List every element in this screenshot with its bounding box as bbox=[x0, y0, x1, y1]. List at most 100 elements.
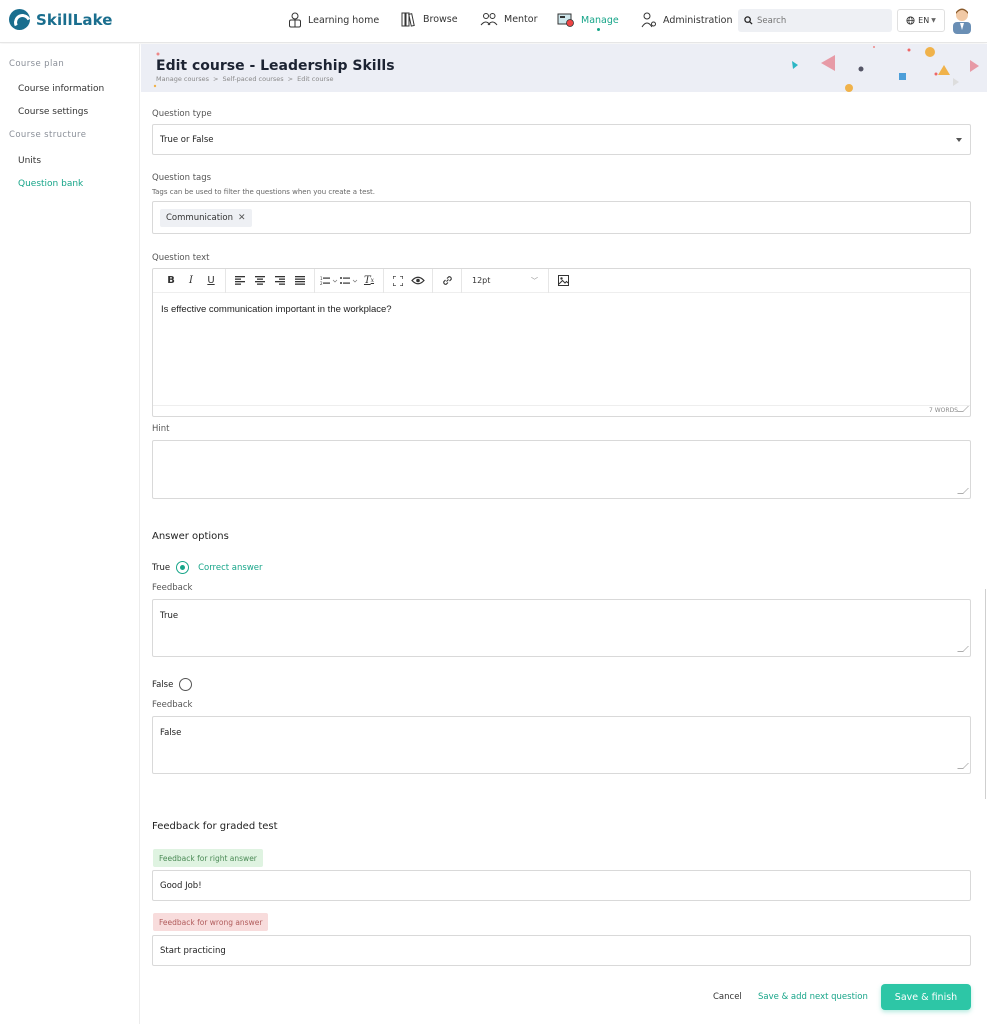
administration-icon bbox=[641, 12, 656, 28]
underline-icon[interactable]: U bbox=[201, 269, 221, 293]
chevron-down-icon: ▼ bbox=[931, 17, 936, 24]
learning-home-icon bbox=[289, 12, 301, 28]
nav-label: Administration bbox=[663, 14, 733, 26]
numbered-list-icon[interactable]: 12 bbox=[319, 269, 339, 293]
mentor-icon bbox=[480, 13, 498, 26]
sidebar-item-question-bank[interactable]: Question bank bbox=[18, 179, 83, 189]
resize-handle-icon[interactable] bbox=[957, 763, 969, 769]
right-answer-feedback-input[interactable]: Good Job! bbox=[152, 870, 971, 901]
answer-options-title: Answer options bbox=[152, 531, 229, 542]
nav-label: Mentor bbox=[504, 13, 538, 25]
align-center-icon[interactable] bbox=[250, 269, 270, 293]
question-type-select[interactable]: True or False bbox=[152, 124, 971, 155]
sidebar-section-course-plan: Course plan bbox=[9, 59, 65, 69]
align-right-icon[interactable] bbox=[270, 269, 290, 293]
answer-option-false: False bbox=[152, 678, 193, 691]
hint-label: Hint bbox=[152, 424, 170, 434]
nav-administration[interactable]: Administration bbox=[641, 12, 733, 28]
manage-icon bbox=[557, 13, 574, 27]
skilllake-logo-icon bbox=[9, 9, 30, 30]
sidebar: Course plan Course information Course se… bbox=[0, 44, 140, 1024]
sidebar-section-course-structure: Course structure bbox=[9, 130, 87, 140]
app-name: SkillLake bbox=[36, 10, 113, 29]
chevron-down-icon: ﹀ bbox=[531, 276, 538, 285]
feedback-false-value: False bbox=[160, 728, 182, 738]
right-answer-feedback-value: Good Job! bbox=[160, 881, 202, 891]
search-input[interactable] bbox=[757, 15, 877, 26]
question-text-content[interactable]: Is effective communication important in … bbox=[161, 304, 392, 315]
toolbar-divider bbox=[432, 268, 433, 293]
link-icon[interactable] bbox=[437, 269, 457, 293]
page-header: Edit course - Leadership Skills Manage c… bbox=[141, 44, 987, 92]
language-label: EN bbox=[918, 16, 930, 25]
false-radio[interactable] bbox=[179, 678, 193, 691]
correct-answer-label: Correct answer bbox=[198, 562, 263, 573]
save-add-next-button[interactable]: Save & add next question bbox=[758, 992, 868, 1002]
question-tags-help: Tags can be used to filter the questions… bbox=[152, 188, 375, 196]
hint-textarea[interactable] bbox=[152, 440, 971, 499]
nav-learning-home[interactable]: Learning home bbox=[288, 12, 379, 28]
true-radio[interactable] bbox=[176, 561, 190, 574]
sidebar-item-units[interactable]: Units bbox=[18, 156, 41, 166]
answer-option-label: False bbox=[152, 679, 174, 690]
feedback-true-textarea[interactable]: True bbox=[152, 599, 971, 657]
books-icon bbox=[401, 12, 415, 27]
italic-icon[interactable]: I bbox=[181, 269, 201, 293]
nav-mentor[interactable]: Mentor bbox=[480, 12, 538, 26]
toolbar-divider bbox=[314, 268, 315, 293]
close-icon[interactable]: ✕ bbox=[238, 213, 246, 223]
top-navbar: SkillLake Learning home Browse Mentor Ma… bbox=[0, 0, 987, 43]
align-justify-icon[interactable] bbox=[290, 269, 310, 293]
feedback-label-false: Feedback bbox=[152, 700, 193, 710]
svg-text:2: 2 bbox=[320, 281, 323, 285]
bulleted-list-icon[interactable] bbox=[339, 269, 359, 293]
language-selector[interactable]: EN ▼ bbox=[897, 9, 945, 32]
graded-feedback-title: Feedback for graded test bbox=[152, 821, 278, 832]
nav-label: Manage bbox=[581, 14, 619, 26]
answer-option-label: True bbox=[152, 562, 171, 573]
question-type-label: Question type bbox=[152, 109, 212, 119]
user-avatar[interactable] bbox=[950, 6, 974, 34]
clear-formatting-icon[interactable]: Tx bbox=[359, 269, 379, 293]
insert-image-icon[interactable] bbox=[553, 269, 573, 293]
search-icon bbox=[744, 16, 753, 25]
answer-option-true: True Correct answer bbox=[152, 561, 263, 574]
tag-chip: Communication ✕ bbox=[160, 209, 252, 227]
font-size-value: 12pt bbox=[472, 276, 491, 285]
toolbar-divider bbox=[225, 268, 226, 293]
question-tags-label: Question tags bbox=[152, 173, 212, 183]
resize-handle-icon[interactable] bbox=[957, 488, 969, 494]
fullscreen-icon[interactable] bbox=[388, 269, 408, 293]
font-size-select[interactable]: 12pt ﹀ bbox=[466, 269, 544, 293]
feedback-label-true: Feedback bbox=[152, 583, 193, 593]
word-count: 7 WORDS bbox=[153, 405, 970, 416]
tag-label: Communication bbox=[166, 213, 233, 223]
nav-manage[interactable]: Manage bbox=[557, 12, 619, 28]
toolbar-divider bbox=[548, 268, 549, 293]
feedback-false-textarea[interactable]: False bbox=[152, 716, 971, 774]
globe-icon bbox=[906, 16, 915, 25]
align-left-icon[interactable] bbox=[230, 269, 250, 293]
question-tags-input[interactable]: Communication ✕ bbox=[152, 201, 971, 234]
search-box[interactable] bbox=[738, 9, 892, 32]
active-nav-indicator bbox=[597, 28, 600, 31]
question-text-label: Question text bbox=[152, 253, 210, 263]
save-finish-button[interactable]: Save & finish bbox=[881, 984, 971, 1010]
wrong-answer-feedback-input[interactable]: Start practicing bbox=[152, 935, 971, 966]
wrong-answer-feedback-value: Start practicing bbox=[160, 946, 226, 956]
question-text-editor: B I U 12 Tx 12pt ﹀ Is effective communica… bbox=[152, 268, 971, 417]
toolbar-divider bbox=[383, 268, 384, 293]
nav-label: Browse bbox=[423, 14, 458, 25]
scrollbar[interactable] bbox=[985, 589, 986, 799]
app-logo[interactable]: SkillLake bbox=[9, 9, 113, 30]
preview-eye-icon[interactable] bbox=[408, 269, 428, 293]
question-type-value: True or False bbox=[160, 135, 214, 145]
cancel-button[interactable]: Cancel bbox=[713, 992, 742, 1002]
sidebar-item-course-information[interactable]: Course information bbox=[18, 84, 104, 94]
bold-icon[interactable]: B bbox=[161, 269, 181, 293]
right-answer-badge: Feedback for right answer bbox=[153, 849, 263, 867]
wrong-answer-badge: Feedback for wrong answer bbox=[153, 913, 269, 931]
nav-browse[interactable]: Browse bbox=[401, 12, 458, 27]
sidebar-item-course-settings[interactable]: Course settings bbox=[18, 107, 88, 117]
resize-handle-icon[interactable] bbox=[957, 646, 969, 652]
